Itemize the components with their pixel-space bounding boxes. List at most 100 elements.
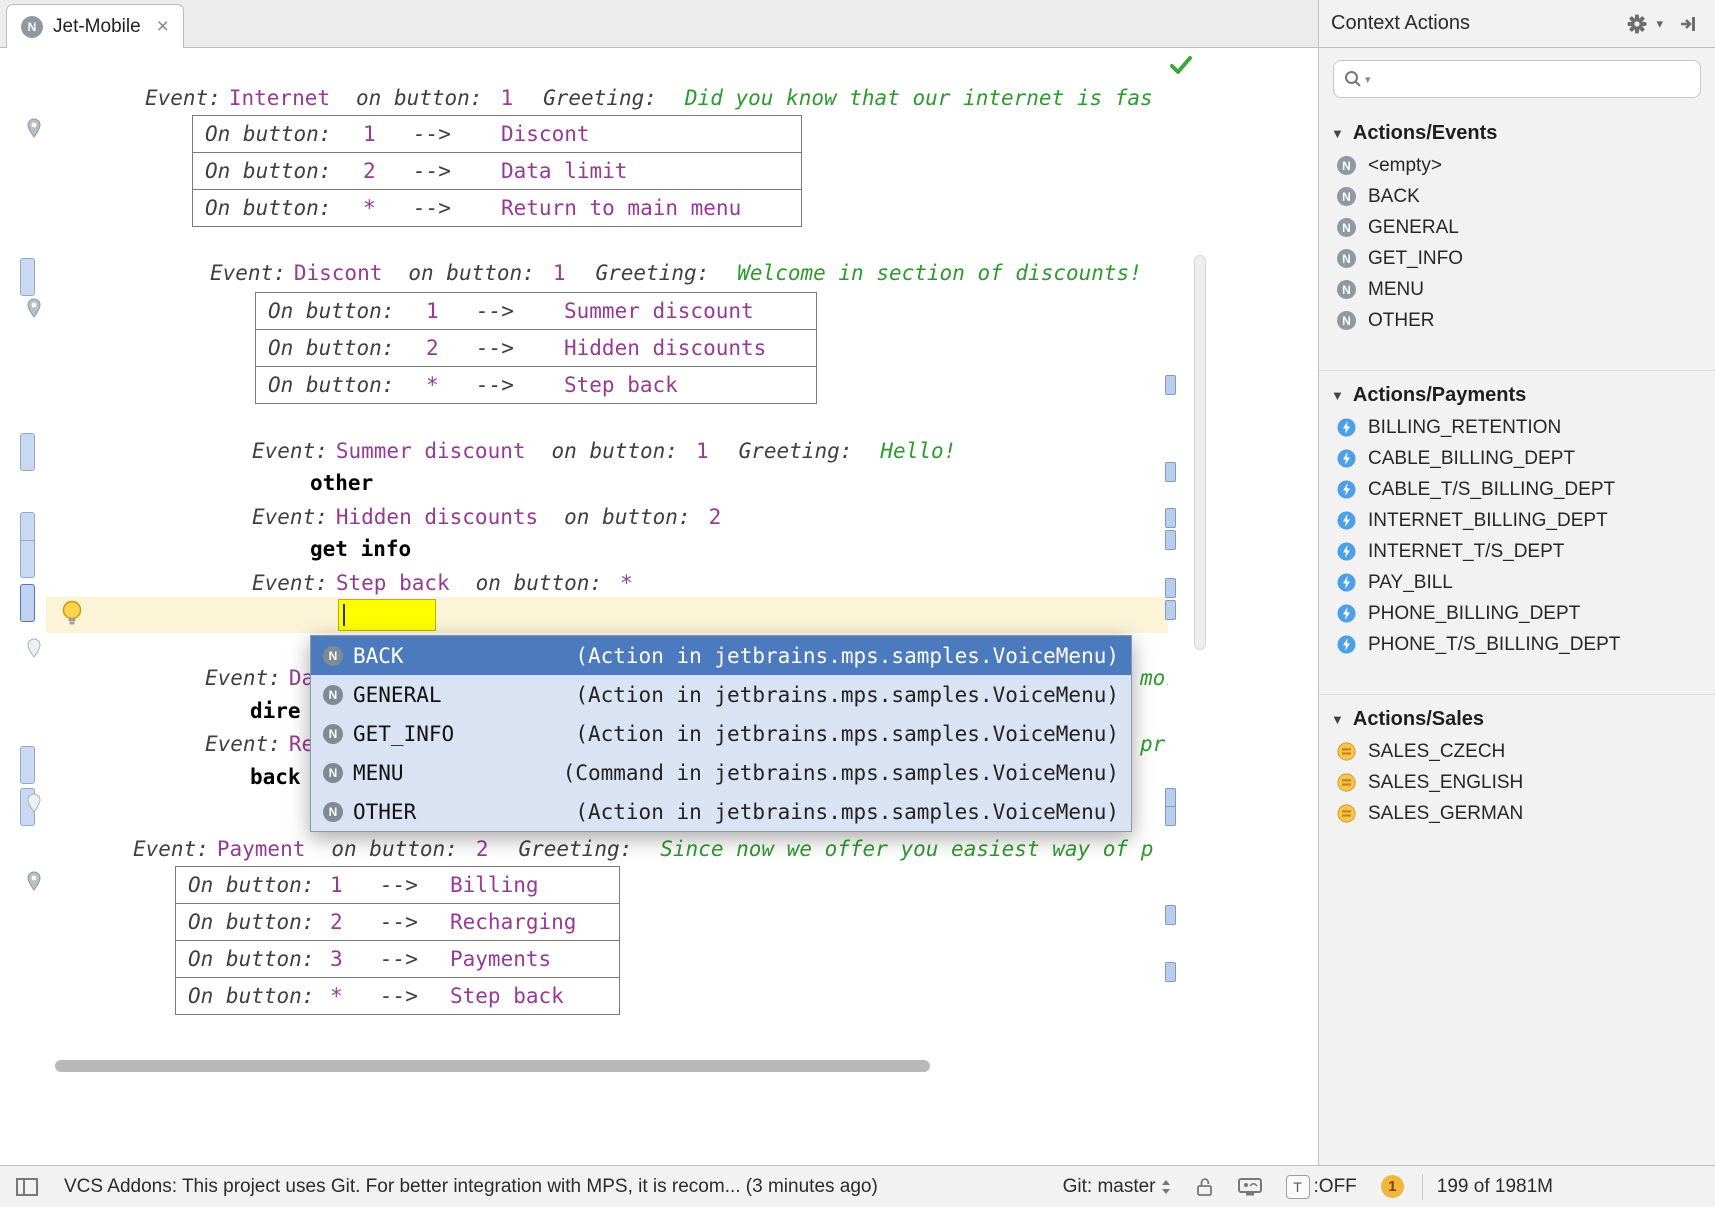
lock-icon[interactable] (1196, 1176, 1214, 1198)
completion-item-other[interactable]: NOTHER(Action in jetbrains.mps.samples.V… (311, 792, 1131, 831)
row-button[interactable]: 2 (330, 910, 380, 934)
row-button[interactable]: * (330, 984, 380, 1008)
greeting-text[interactable]: Did you know that our internet is fas (685, 86, 1153, 110)
row-target[interactable]: Discont (501, 122, 590, 146)
transition-row[interactable]: On button:1-->Summer discount (255, 292, 817, 330)
row-target[interactable]: Data limit (501, 159, 627, 183)
event-button[interactable]: 2 (709, 505, 722, 529)
context-action-item[interactable]: CABLE_T/S_BILLING_DEPT (1319, 474, 1715, 505)
context-action-item[interactable]: INTERNET_BILLING_DEPT (1319, 505, 1715, 536)
completion-item-menu[interactable]: NMENU(Command in jetbrains.mps.samples.V… (311, 753, 1131, 792)
event-button[interactable]: 1 (553, 261, 566, 285)
row-button[interactable]: 1 (426, 299, 476, 323)
completion-item-back[interactable]: NBACK(Action in jetbrains.mps.samples.Vo… (311, 636, 1131, 675)
event-button[interactable]: * (620, 571, 633, 595)
context-action-item[interactable]: CABLE_BILLING_DEPT (1319, 443, 1715, 474)
context-action-item[interactable]: NBACK (1319, 181, 1715, 212)
context-action-item[interactable]: NOTHER (1319, 305, 1715, 336)
context-action-item[interactable]: PAY_BILL (1319, 567, 1715, 598)
vertical-scrollbar[interactable] (1194, 255, 1206, 650)
row-button[interactable]: 1 (330, 873, 380, 897)
git-branch-widget[interactable]: Git: master (1063, 1176, 1172, 1198)
completion-item-get-info[interactable]: NGET_INFO(Action in jetbrains.mps.sample… (311, 714, 1131, 753)
row-button[interactable]: 1 (363, 122, 413, 146)
row-button[interactable]: * (363, 196, 413, 220)
row-target[interactable]: Hidden discounts (564, 336, 766, 360)
context-action-item[interactable]: N<empty> (1319, 150, 1715, 181)
memory-indicator[interactable]: 199 of 1981M (1437, 1176, 1553, 1198)
status-message[interactable]: VCS Addons: This project uses Git. For b… (64, 1176, 878, 1198)
event-name[interactable]: Discont (294, 261, 383, 285)
event-name[interactable]: Summer discount (336, 439, 526, 463)
context-actions-search[interactable]: ▾ (1333, 60, 1701, 98)
hide-panel-icon[interactable] (1673, 9, 1703, 39)
context-action-item[interactable]: INTERNET_T/S_DEPT (1319, 536, 1715, 567)
row-button[interactable]: * (426, 373, 476, 397)
context-action-item[interactable]: PHONE_T/S_BILLING_DEPT (1319, 629, 1715, 660)
greeting-text[interactable]: Welcome in section of discounts! (737, 261, 1142, 285)
row-button[interactable]: 2 (363, 159, 413, 183)
node-icon: N (323, 763, 343, 783)
context-action-item[interactable]: BILLING_RETENTION (1319, 412, 1715, 443)
row-target[interactable]: Billing (450, 873, 539, 897)
row-prefix: On button: (188, 873, 330, 897)
row-target[interactable]: Return to main menu (501, 196, 741, 220)
highlighting-level-icon[interactable] (1238, 1177, 1262, 1197)
notification-badge[interactable]: 1 (1381, 1175, 1404, 1198)
event-name[interactable]: Payment (217, 837, 306, 861)
transition-row[interactable]: On button:*-->Return to main menu (192, 189, 802, 227)
event-button[interactable]: 2 (476, 837, 489, 861)
horizontal-scrollbar[interactable] (55, 1060, 930, 1072)
intention-bulb-icon[interactable] (60, 599, 84, 632)
row-target[interactable]: Recharging (450, 910, 576, 934)
completion-desc: (Action in jetbrains.mps.samples.VoiceMe… (575, 683, 1119, 707)
section-header-actions-payments[interactable]: ▼ Actions/Payments (1319, 370, 1715, 412)
event-name[interactable]: Step back (336, 571, 450, 595)
gear-icon[interactable] (1622, 9, 1652, 39)
row-button[interactable]: 2 (426, 336, 476, 360)
completion-item-general[interactable]: NGENERAL(Action in jetbrains.mps.samples… (311, 675, 1131, 714)
event-button[interactable]: 1 (696, 439, 709, 463)
greeting-text[interactable]: Hello! (880, 439, 956, 463)
node-icon: N (1337, 249, 1356, 268)
row-prefix: On button: (188, 984, 330, 1008)
context-action-item[interactable]: NGENERAL (1319, 212, 1715, 243)
row-target[interactable]: Summer discount (564, 299, 754, 323)
event-name[interactable]: Hidden discounts (336, 505, 538, 529)
context-action-item[interactable]: PHONE_BILLING_DEPT (1319, 598, 1715, 629)
transition-row[interactable]: On button:2-->Recharging (175, 903, 620, 941)
tool-window-toggle-icon[interactable] (12, 1172, 42, 1202)
typing-letter-badge: T (1286, 1175, 1310, 1199)
context-action-item[interactable]: SALES_CZECH (1319, 736, 1715, 767)
row-target[interactable]: Payments (450, 947, 551, 971)
tab-jet-mobile[interactable]: N Jet-Mobile × (6, 4, 184, 48)
mps-editor[interactable]: Event:Interneton button:1Greeting:Did yo… (0, 48, 1318, 1165)
transition-row[interactable]: On button:1-->Discont (192, 115, 802, 153)
completion-name: GENERAL (353, 683, 442, 707)
context-action-item[interactable]: SALES_ENGLISH (1319, 767, 1715, 798)
greeting-text[interactable]: Since now we offer you easiest way of p (660, 837, 1153, 861)
typing-assist-toggle[interactable]: T :OFF (1286, 1175, 1357, 1199)
row-button[interactable]: 3 (330, 947, 380, 971)
editing-cell[interactable] (338, 599, 436, 631)
transition-row[interactable]: On button:1-->Billing (175, 866, 620, 904)
event-name[interactable]: Internet (229, 86, 330, 110)
row-target[interactable]: Step back (450, 984, 564, 1008)
event-body-get-info[interactable]: get info (310, 534, 1168, 564)
event-label: Event: (145, 86, 221, 110)
section-header-actions-sales[interactable]: ▼ Actions/Sales (1319, 694, 1715, 736)
search-input[interactable] (1374, 61, 1690, 97)
row-target[interactable]: Step back (564, 373, 678, 397)
tab-close-icon[interactable]: × (157, 16, 169, 37)
context-action-item[interactable]: SALES_GERMAN (1319, 798, 1715, 829)
transition-row[interactable]: On button:*-->Step back (255, 366, 817, 404)
context-action-item[interactable]: NGET_INFO (1319, 243, 1715, 274)
event-body-other[interactable]: other (310, 468, 1168, 498)
section-header-actions-events[interactable]: ▼ Actions/Events (1319, 116, 1715, 150)
transition-row[interactable]: On button:2-->Data limit (192, 152, 802, 190)
transition-row[interactable]: On button:*-->Step back (175, 977, 620, 1015)
event-button[interactable]: 1 (500, 86, 513, 110)
context-action-item[interactable]: NMENU (1319, 274, 1715, 305)
transition-row[interactable]: On button:2-->Hidden discounts (255, 329, 817, 367)
transition-row[interactable]: On button:3-->Payments (175, 940, 620, 978)
